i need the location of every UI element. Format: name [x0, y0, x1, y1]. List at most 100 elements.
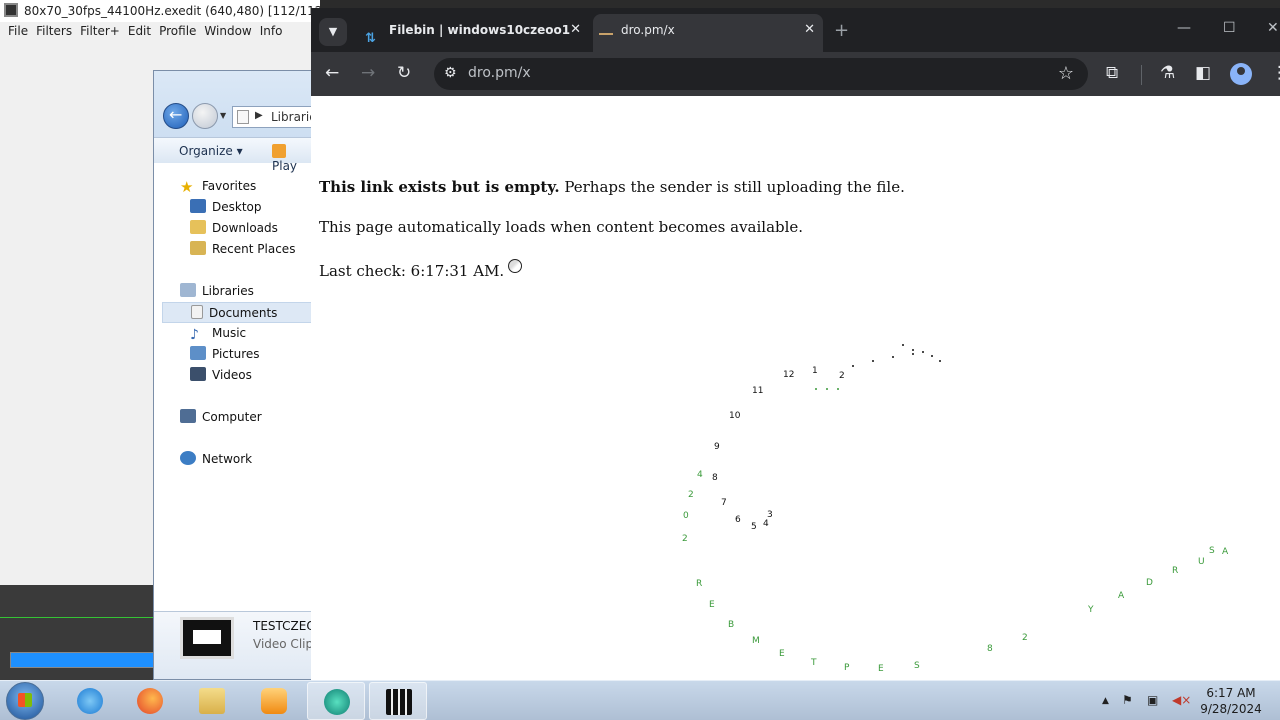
start-button[interactable]	[6, 682, 44, 720]
forward-arrow-icon[interactable]: →	[361, 63, 375, 83]
extensions-icon[interactable]: ⧉	[1106, 63, 1118, 83]
clock-dot	[902, 344, 904, 346]
play-label: Play	[272, 159, 298, 173]
close-tab-icon[interactable]: ✕	[804, 14, 815, 46]
clock-date-letter: R	[1172, 566, 1178, 576]
clock-date-digit: 4	[697, 470, 703, 480]
tab-filebin[interactable]: ⇅ Filebin | windows10czeoo1 ✕	[353, 14, 589, 52]
profile-avatar-icon[interactable]	[1230, 63, 1252, 85]
back-button[interactable]	[163, 103, 189, 129]
labs-flask-icon[interactable]: ⚗	[1160, 63, 1175, 83]
clock-date-letter: R	[696, 579, 702, 589]
tab-search-button[interactable]: ▼	[319, 18, 347, 46]
clock-date-letter: B	[728, 620, 734, 630]
downloads-folder-icon	[190, 220, 206, 234]
taskbar-explorer[interactable]	[183, 682, 241, 720]
minimize-button[interactable]: —	[1177, 20, 1191, 36]
clock-hour-number: 3	[767, 510, 773, 520]
nav-computer[interactable]: Computer	[180, 407, 262, 428]
clock-date-letter: 8	[987, 644, 993, 654]
nav-recent-places[interactable]: Recent Places	[190, 239, 295, 260]
filebin-favicon-icon: ⇅	[365, 31, 376, 46]
music-icon: ♪	[190, 327, 199, 343]
back-arrow-icon[interactable]: ←	[325, 63, 339, 83]
taskbar-chrome-app[interactable]	[307, 682, 365, 720]
clock-date-letter: E	[878, 664, 884, 674]
clock-dot	[815, 388, 817, 390]
menu-profile[interactable]: Profile	[157, 22, 202, 42]
nav-downloads[interactable]: Downloads	[190, 218, 278, 239]
new-tab-button[interactable]: +	[834, 20, 849, 41]
clock-dot	[922, 351, 924, 353]
system-clock[interactable]: 6:17 AM 9/28/2024	[1196, 685, 1266, 717]
film-icon	[4, 3, 18, 17]
forward-button[interactable]	[192, 103, 218, 129]
nav-videos[interactable]: Videos	[190, 365, 252, 386]
nav-desktop[interactable]: Desktop	[190, 197, 262, 218]
clock-dot	[872, 360, 874, 362]
taskbar-ie[interactable]	[61, 682, 119, 720]
folder-icon	[199, 688, 225, 714]
action-center-flag-icon[interactable]: ⚑	[1122, 693, 1133, 707]
bookmark-star-icon[interactable]: ☆	[1058, 63, 1074, 84]
clock-date-letter: E	[779, 649, 785, 659]
file-type: Video Clip	[253, 637, 313, 651]
clock-date-letter: 2	[1022, 633, 1028, 643]
nav-network[interactable]: Network	[180, 449, 252, 470]
organize-button[interactable]: Organize ▾	[179, 144, 243, 158]
firefox-icon	[137, 688, 163, 714]
site-info-icon[interactable]: ⚙	[444, 65, 457, 81]
nav-documents[interactable]: Documents	[162, 302, 312, 323]
maximize-button[interactable]: ☐	[1223, 20, 1236, 36]
taskbar-video-editor[interactable]	[369, 682, 427, 720]
clock-hour-number: 8	[712, 473, 718, 483]
address-text: Libraries	[271, 110, 312, 124]
pictures-icon	[190, 346, 206, 360]
menu-filters[interactable]: Filters	[34, 22, 78, 42]
nav-pictures[interactable]: Pictures	[190, 344, 260, 365]
menu-info[interactable]: Info	[258, 22, 289, 42]
nav-libraries[interactable]: Libraries	[180, 281, 254, 302]
network-tray-icon[interactable]: ▣	[1147, 693, 1158, 707]
clock-date-letter: S	[1209, 546, 1215, 556]
clock-date-letter: S	[914, 661, 920, 671]
menu-window[interactable]: Window	[202, 22, 257, 42]
menu-file[interactable]: File	[6, 22, 34, 42]
tab-strip: ▼ ⇅ Filebin | windows10czeoo1 ✕ dro.pm/x…	[311, 8, 1280, 52]
tab-title: dro.pm/x	[621, 23, 675, 37]
side-panel-icon[interactable]: ◧	[1195, 63, 1211, 83]
reload-icon[interactable]: ↻	[397, 63, 411, 83]
film-icon	[386, 689, 412, 715]
volume-muted-icon[interactable]: ◀×	[1172, 693, 1191, 707]
browser-window: ▼ ⇅ Filebin | windows10czeoo1 ✕ dro.pm/x…	[311, 8, 1280, 680]
explorer-address-bar[interactable]: ▶ Libraries	[232, 106, 312, 128]
clock-hour-number: 9	[714, 442, 720, 452]
url-text[interactable]: dro.pm/x	[468, 65, 531, 81]
clock-date-digit: 0	[683, 511, 689, 521]
editor-title-bar: 80x70_30fps_44100Hz.exedit (640,480) [11…	[0, 0, 320, 22]
clock-dot	[912, 349, 914, 351]
clock-hour-number: 4	[763, 519, 769, 529]
videos-icon	[190, 367, 206, 381]
menu-kebab-icon[interactable]: ⋮	[1271, 63, 1280, 83]
nav-favorites[interactable]: ★ Favorites	[180, 176, 256, 197]
clock-date-digits: 4202	[682, 470, 703, 544]
taskbar-media[interactable]	[245, 682, 303, 720]
close-tab-icon[interactable]: ✕	[570, 14, 581, 46]
clock-hour-number: 11	[752, 386, 763, 396]
clock-dot	[837, 388, 839, 390]
tab-dro[interactable]: dro.pm/x ✕	[593, 14, 823, 52]
close-window-button[interactable]: ✕	[1267, 20, 1279, 36]
tray-overflow-icon[interactable]: ▲	[1102, 696, 1109, 706]
recent-pages-dropdown-icon[interactable]: ▼	[220, 111, 226, 120]
omnibox[interactable]: ⚙ dro.pm/x ☆	[434, 58, 1088, 90]
menu-edit[interactable]: Edit	[126, 22, 157, 42]
play-button[interactable]: Play	[272, 144, 312, 173]
star-icon: ★	[180, 178, 194, 196]
clock-date-letter: U	[1198, 557, 1205, 567]
recent-places-icon	[190, 241, 206, 255]
nav-music[interactable]: ♪ Music	[190, 323, 246, 344]
menu-filter-plus[interactable]: Filter+	[78, 22, 126, 42]
taskbar-firefox[interactable]	[121, 682, 179, 720]
network-icon	[180, 451, 196, 465]
